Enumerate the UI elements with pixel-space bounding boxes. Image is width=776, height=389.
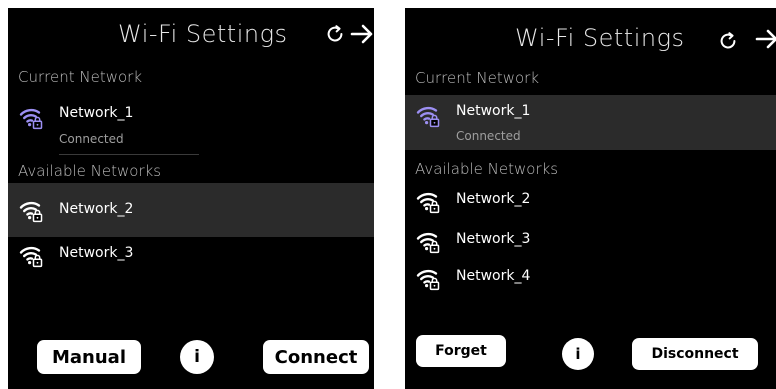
wifi-lock-icon: [416, 190, 440, 214]
wifi-settings-panel-right: Wi-Fi Settings Current Network Network_1…: [405, 8, 776, 389]
network-row-2[interactable]: Network_2: [405, 186, 776, 218]
arrow-right-icon[interactable]: [350, 23, 374, 49]
refresh-icon[interactable]: [717, 30, 739, 56]
page-title: Wi-Fi Settings: [515, 24, 685, 52]
network-name: Network_1: [59, 105, 134, 121]
wifi-lock-icon: [416, 267, 440, 291]
available-networks-label: Available Networks: [18, 162, 162, 180]
network-status: Connected: [456, 129, 521, 143]
network-name: Network_4: [456, 268, 531, 284]
info-button[interactable]: i: [180, 340, 214, 374]
wifi-lock-icon: [19, 244, 43, 268]
wifi-settings-panel-left: Wi-Fi Settings Current Network Network_1…: [8, 8, 374, 389]
wifi-lock-icon: [416, 104, 440, 128]
page-title: Wi-Fi Settings: [118, 20, 288, 48]
network-row-2[interactable]: Network_2: [8, 183, 374, 237]
network-row-3[interactable]: Network_3: [8, 238, 374, 278]
current-network-label: Current Network: [415, 69, 539, 87]
arrow-right-icon[interactable]: [755, 28, 776, 54]
network-row-3[interactable]: Network_3: [405, 226, 776, 258]
current-network-row[interactable]: Network_1 Connected: [405, 95, 776, 150]
info-button[interactable]: i: [562, 338, 594, 370]
network-name: Network_2: [59, 201, 134, 217]
connect-button[interactable]: Connect: [263, 340, 369, 374]
disconnect-button[interactable]: Disconnect: [632, 338, 758, 370]
manual-button[interactable]: Manual: [37, 340, 141, 374]
forget-button[interactable]: Forget: [416, 335, 506, 367]
network-name: Network_3: [456, 231, 531, 247]
available-networks-label: Available Networks: [415, 160, 559, 178]
current-network-label: Current Network: [18, 68, 142, 86]
wifi-lock-icon: [416, 230, 440, 254]
network-row-4[interactable]: Network_4: [405, 263, 776, 295]
divider: [59, 154, 199, 155]
wifi-lock-icon: [19, 106, 43, 130]
current-network-row[interactable]: Network_1 Connected: [8, 96, 374, 150]
wifi-lock-icon: [19, 199, 43, 223]
refresh-icon[interactable]: [324, 23, 346, 49]
network-name: Network_3: [59, 245, 134, 261]
network-status: Connected: [59, 132, 124, 146]
network-name: Network_1: [456, 103, 531, 119]
network-name: Network_2: [456, 191, 531, 207]
